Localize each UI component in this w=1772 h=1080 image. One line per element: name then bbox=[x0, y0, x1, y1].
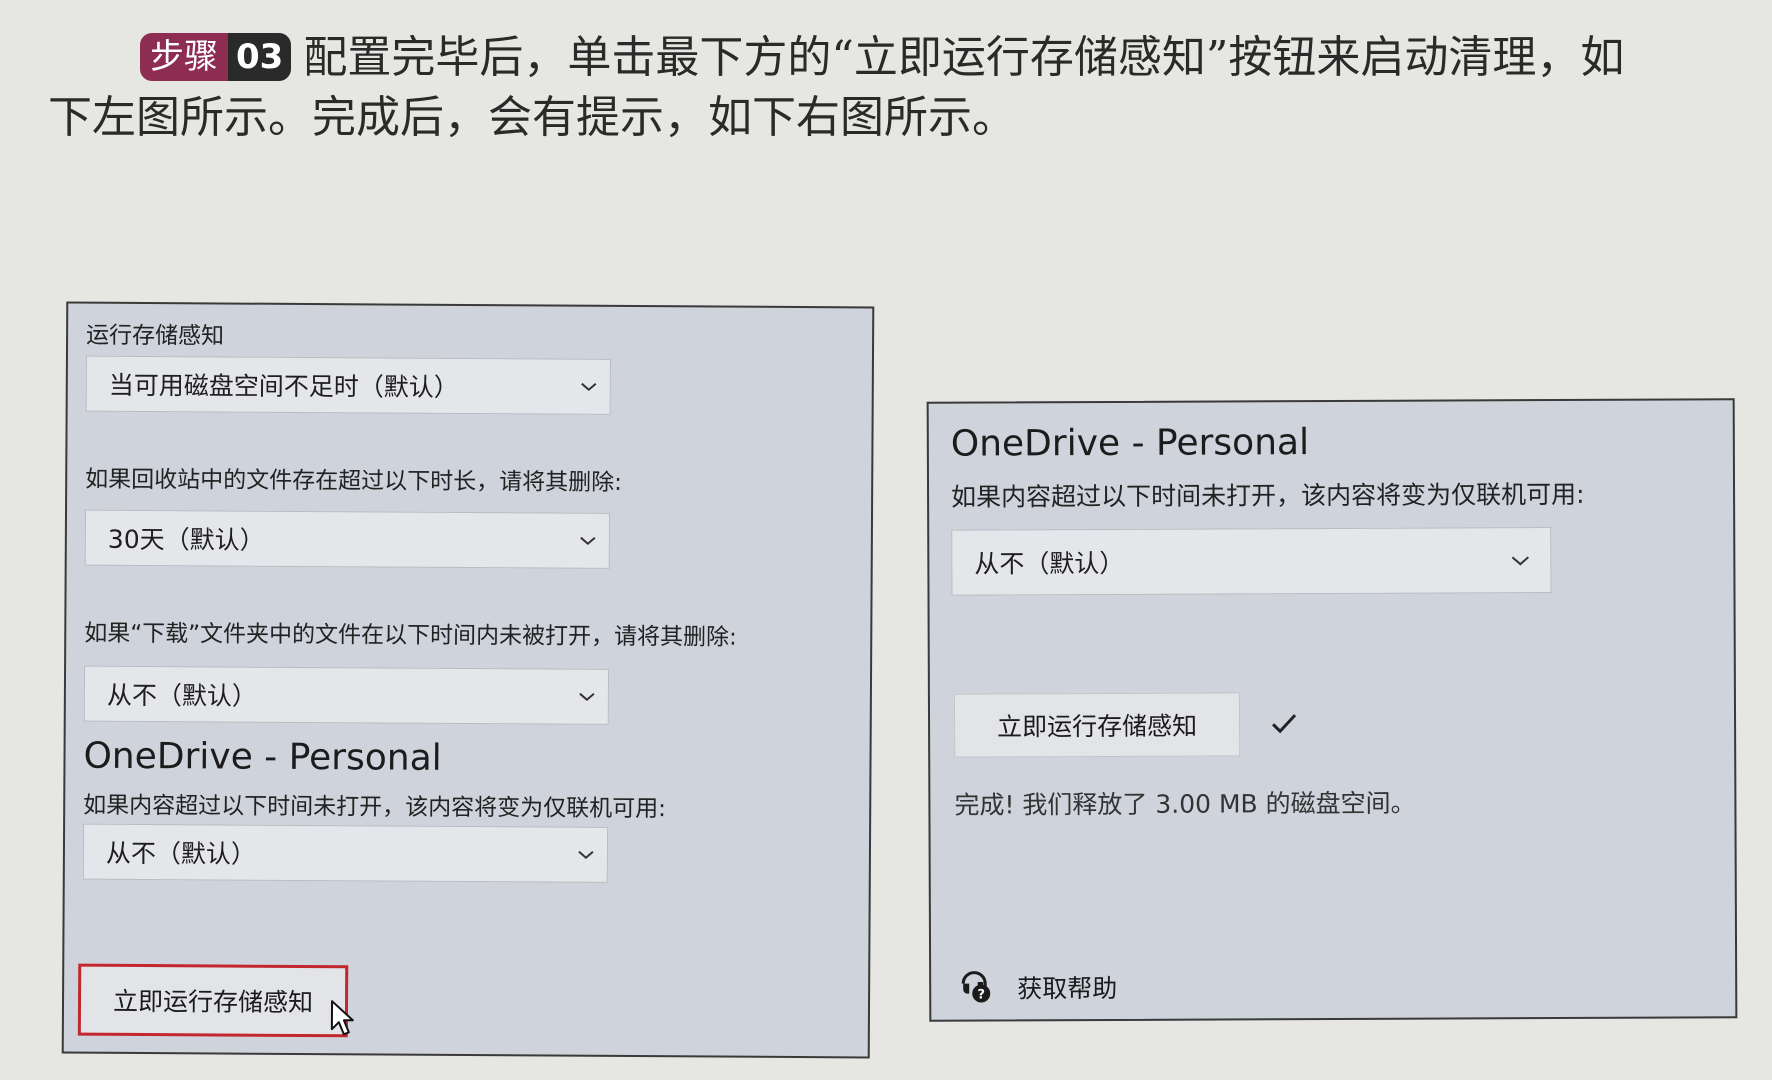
recycle-bin-label: 如果回收站中的文件存在超过以下时长，请将其删除: bbox=[85, 466, 623, 496]
instruction-line-1: 步骤 03 配置完毕后，单击最下方的“立即运行存储感知”按钮来启动清理，如 bbox=[48, 28, 1748, 88]
step-badge: 步骤 03 bbox=[140, 33, 292, 81]
right-result-screenshot: OneDrive - Personal 如果内容超过以下时间未打开，该内容将变为… bbox=[926, 398, 1738, 1022]
recycle-bin-dropdown[interactable]: 30天（默认） bbox=[84, 509, 611, 569]
run-now-button[interactable]: 立即运行存储感知 bbox=[77, 963, 349, 1038]
recycle-bin-value: 30天（默认） bbox=[107, 524, 265, 555]
svg-text:?: ? bbox=[977, 988, 985, 1003]
help-link-text[interactable]: 获取帮助 bbox=[1017, 969, 1117, 1005]
run-frequency-value: 当可用磁盘空间不足时（默认） bbox=[108, 370, 459, 402]
onedrive-dropdown[interactable]: 从不（默认） bbox=[951, 527, 1552, 596]
onedrive-section-title: OneDrive - Personal bbox=[950, 422, 1310, 465]
left-settings-screenshot: 运行存储感知 当可用磁盘空间不足时（默认） 如果回收站中的文件存在超过以下时长，… bbox=[61, 301, 875, 1059]
step-number: 03 bbox=[228, 33, 292, 81]
run-storage-sense-label: 运行存储感知 bbox=[86, 322, 225, 350]
downloads-value: 从不（默认） bbox=[106, 680, 258, 711]
cursor-icon bbox=[330, 1000, 354, 1036]
step-label: 步骤 bbox=[140, 33, 228, 81]
onedrive-value: 从不（默认） bbox=[974, 548, 1125, 579]
run-frequency-dropdown[interactable]: 当可用磁盘空间不足时（默认） bbox=[85, 355, 611, 415]
instruction-text: 步骤 03 配置完毕后，单击最下方的“立即运行存储感知”按钮来启动清理，如 下左… bbox=[48, 28, 1748, 148]
downloads-label: 如果“下载”文件夹中的文件在以下时间内未被打开，请将其删除: bbox=[84, 620, 737, 651]
help-link-row[interactable]: ? 获取帮助 bbox=[957, 969, 1117, 1006]
instruction-line-1-text: 配置完毕后，单击最下方的“立即运行存储感知”按钮来启动清理，如 bbox=[303, 32, 1625, 83]
run-now-button[interactable]: 立即运行存储感知 bbox=[953, 692, 1241, 758]
downloads-dropdown[interactable]: 从不（默认） bbox=[83, 665, 610, 725]
chevron-down-icon bbox=[566, 691, 608, 703]
onedrive-value: 从不（默认） bbox=[105, 838, 257, 869]
onedrive-section-title: OneDrive - Personal bbox=[83, 735, 442, 779]
instruction-line-2: 下左图所示。完成后，会有提示，如下右图所示。 bbox=[48, 92, 1016, 143]
checkmark-icon bbox=[1272, 714, 1297, 734]
chevron-down-icon bbox=[567, 535, 609, 547]
result-message: 完成! 我们释放了 3.00 MB 的磁盘空间。 bbox=[954, 788, 1416, 820]
onedrive-label: 如果内容超过以下时间未打开，该内容将变为仅联机可用: bbox=[83, 792, 667, 823]
onedrive-dropdown[interactable]: 从不（默认） bbox=[82, 823, 609, 883]
onedrive-label: 如果内容超过以下时间未打开，该内容将变为仅联机可用: bbox=[951, 479, 1585, 512]
chevron-down-icon bbox=[565, 849, 607, 861]
chevron-down-icon bbox=[1490, 554, 1550, 567]
chevron-down-icon bbox=[568, 381, 610, 393]
help-icon: ? bbox=[961, 971, 991, 1003]
